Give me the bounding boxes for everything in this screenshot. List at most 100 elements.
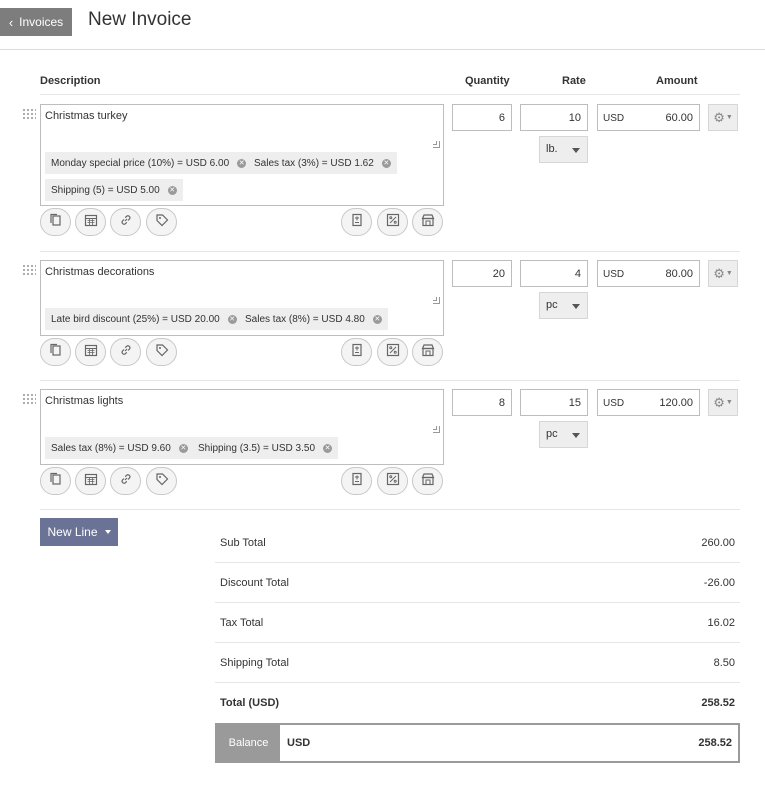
- calendar-button[interactable]: [75, 467, 106, 495]
- copy-button[interactable]: [40, 338, 71, 366]
- new-line-label: New Line: [47, 525, 98, 539]
- copy-button[interactable]: [40, 467, 71, 495]
- amount-currency: USD: [603, 398, 625, 409]
- unit-value: pc: [546, 299, 558, 311]
- link-button[interactable]: [110, 208, 141, 236]
- description-text: Christmas decorations: [45, 266, 155, 278]
- link-icon: [119, 472, 133, 491]
- discount-button[interactable]: [377, 208, 408, 236]
- remove-tag-icon[interactable]: ✕: [381, 158, 391, 168]
- tag-button[interactable]: [146, 338, 177, 366]
- discount-button[interactable]: [377, 467, 408, 495]
- caret-down-icon: [572, 433, 580, 438]
- percent-icon: [386, 213, 400, 232]
- save-item-icon: [350, 343, 364, 362]
- amount-field: USD 80.00: [597, 260, 700, 287]
- tag-label: Sales tax (3%) = USD 1.62: [254, 157, 374, 169]
- adjustment-tag: Shipping (3.5) = USD 3.50 ✕: [192, 437, 339, 459]
- adjustment-tag: Sales tax (3%) = USD 1.62 ✕: [248, 152, 397, 174]
- quantity-input[interactable]: 20: [452, 260, 512, 287]
- resize-handle-icon[interactable]: [433, 426, 440, 433]
- remove-tag-icon[interactable]: ✕: [323, 443, 333, 453]
- new-line-button[interactable]: New Line: [40, 518, 118, 546]
- balance-currency: USD: [287, 737, 311, 749]
- amount-currency: USD: [603, 113, 625, 124]
- column-header-rate: Rate: [562, 75, 586, 87]
- link-button[interactable]: [110, 467, 141, 495]
- calendar-icon: [84, 343, 98, 362]
- caret-down-icon: ▼: [725, 399, 733, 406]
- line-divider: [40, 251, 740, 252]
- remove-tag-icon[interactable]: ✕: [372, 314, 382, 324]
- calendar-button[interactable]: [75, 338, 106, 366]
- tag-icon: [155, 213, 169, 232]
- sub-total-label: Sub Total: [220, 537, 266, 549]
- rate-input[interactable]: 15: [520, 389, 588, 416]
- discount-button[interactable]: [377, 338, 408, 366]
- resize-handle-icon[interactable]: [433, 297, 440, 304]
- header-divider: [0, 49, 765, 50]
- unit-select[interactable]: pc: [539, 292, 588, 319]
- link-button[interactable]: [110, 338, 141, 366]
- save-item-button[interactable]: [341, 208, 372, 236]
- column-header-quantity: Quantity: [465, 75, 510, 87]
- description-field[interactable]: Christmas lights Sales tax (8%) = USD 9.…: [40, 389, 444, 465]
- tag-button[interactable]: [146, 208, 177, 236]
- remove-tag-icon[interactable]: ✕: [227, 314, 237, 324]
- rate-input[interactable]: 4: [520, 260, 588, 287]
- line-settings-button[interactable]: ⚙ ▼: [708, 260, 738, 287]
- save-item-button[interactable]: [341, 338, 372, 366]
- grand-total-value: 258.52: [701, 697, 735, 709]
- resize-handle-icon[interactable]: [433, 141, 440, 148]
- sub-total-row: Sub Total 260.00: [215, 523, 740, 563]
- shipping-total-label: Shipping Total: [220, 657, 289, 669]
- gear-icon: ⚙: [713, 395, 725, 410]
- remove-tag-icon[interactable]: ✕: [167, 185, 177, 195]
- quantity-input[interactable]: 8: [452, 389, 512, 416]
- copy-button[interactable]: [40, 208, 71, 236]
- drag-handle-icon[interactable]: [22, 108, 36, 120]
- unit-select[interactable]: pc: [539, 421, 588, 448]
- link-icon: [119, 343, 133, 362]
- balance-value: 258.52: [698, 737, 732, 749]
- caret-down-icon: [572, 304, 580, 309]
- discount-total-row: Discount Total -26.00: [215, 563, 740, 603]
- description-field[interactable]: Christmas decorations Late bird discount…: [40, 260, 444, 336]
- inventory-button[interactable]: [412, 467, 443, 495]
- drag-handle-icon[interactable]: [22, 264, 36, 276]
- inventory-button[interactable]: [412, 208, 443, 236]
- tag-label: Monday special price (10%) = USD 6.00: [51, 157, 230, 169]
- save-item-button[interactable]: [341, 467, 372, 495]
- link-icon: [119, 213, 133, 232]
- adjustment-tag: Sales tax (8%) = USD 9.60 ✕: [45, 437, 194, 459]
- remove-tag-icon[interactable]: ✕: [237, 158, 247, 168]
- back-to-invoices-button[interactable]: ‹ Invoices: [0, 8, 72, 36]
- rate-input[interactable]: 10: [520, 104, 588, 131]
- percent-icon: [386, 472, 400, 491]
- caret-down-icon: [572, 148, 580, 153]
- remove-tag-icon[interactable]: ✕: [178, 443, 188, 453]
- percent-icon: [386, 343, 400, 362]
- calendar-button[interactable]: [75, 208, 106, 236]
- line-settings-button[interactable]: ⚙ ▼: [708, 104, 738, 131]
- caret-down-icon: [104, 530, 111, 534]
- copy-icon: [49, 343, 63, 362]
- balance-label: Balance: [217, 725, 280, 761]
- drag-handle-icon[interactable]: [22, 393, 36, 405]
- adjustment-tag: Shipping (5) = USD 5.00 ✕: [45, 179, 183, 201]
- quantity-input[interactable]: 6: [452, 104, 512, 131]
- description-field[interactable]: Christmas turkey Monday special price (1…: [40, 104, 444, 206]
- tag-button[interactable]: [146, 467, 177, 495]
- discount-total-label: Discount Total: [220, 577, 289, 589]
- amount-value: 60.00: [665, 112, 693, 124]
- unit-select[interactable]: lb.: [539, 136, 588, 163]
- adjustment-tag: Late bird discount (25%) = USD 20.00 ✕: [45, 308, 243, 330]
- column-header-divider: [40, 94, 740, 95]
- column-header-amount: Amount: [656, 75, 698, 87]
- tag-label: Shipping (5) = USD 5.00: [51, 184, 160, 196]
- line-settings-button[interactable]: ⚙ ▼: [708, 389, 738, 416]
- inventory-icon: [421, 472, 435, 491]
- discount-total-value: -26.00: [703, 577, 735, 589]
- inventory-button[interactable]: [412, 338, 443, 366]
- unit-value: pc: [546, 428, 558, 440]
